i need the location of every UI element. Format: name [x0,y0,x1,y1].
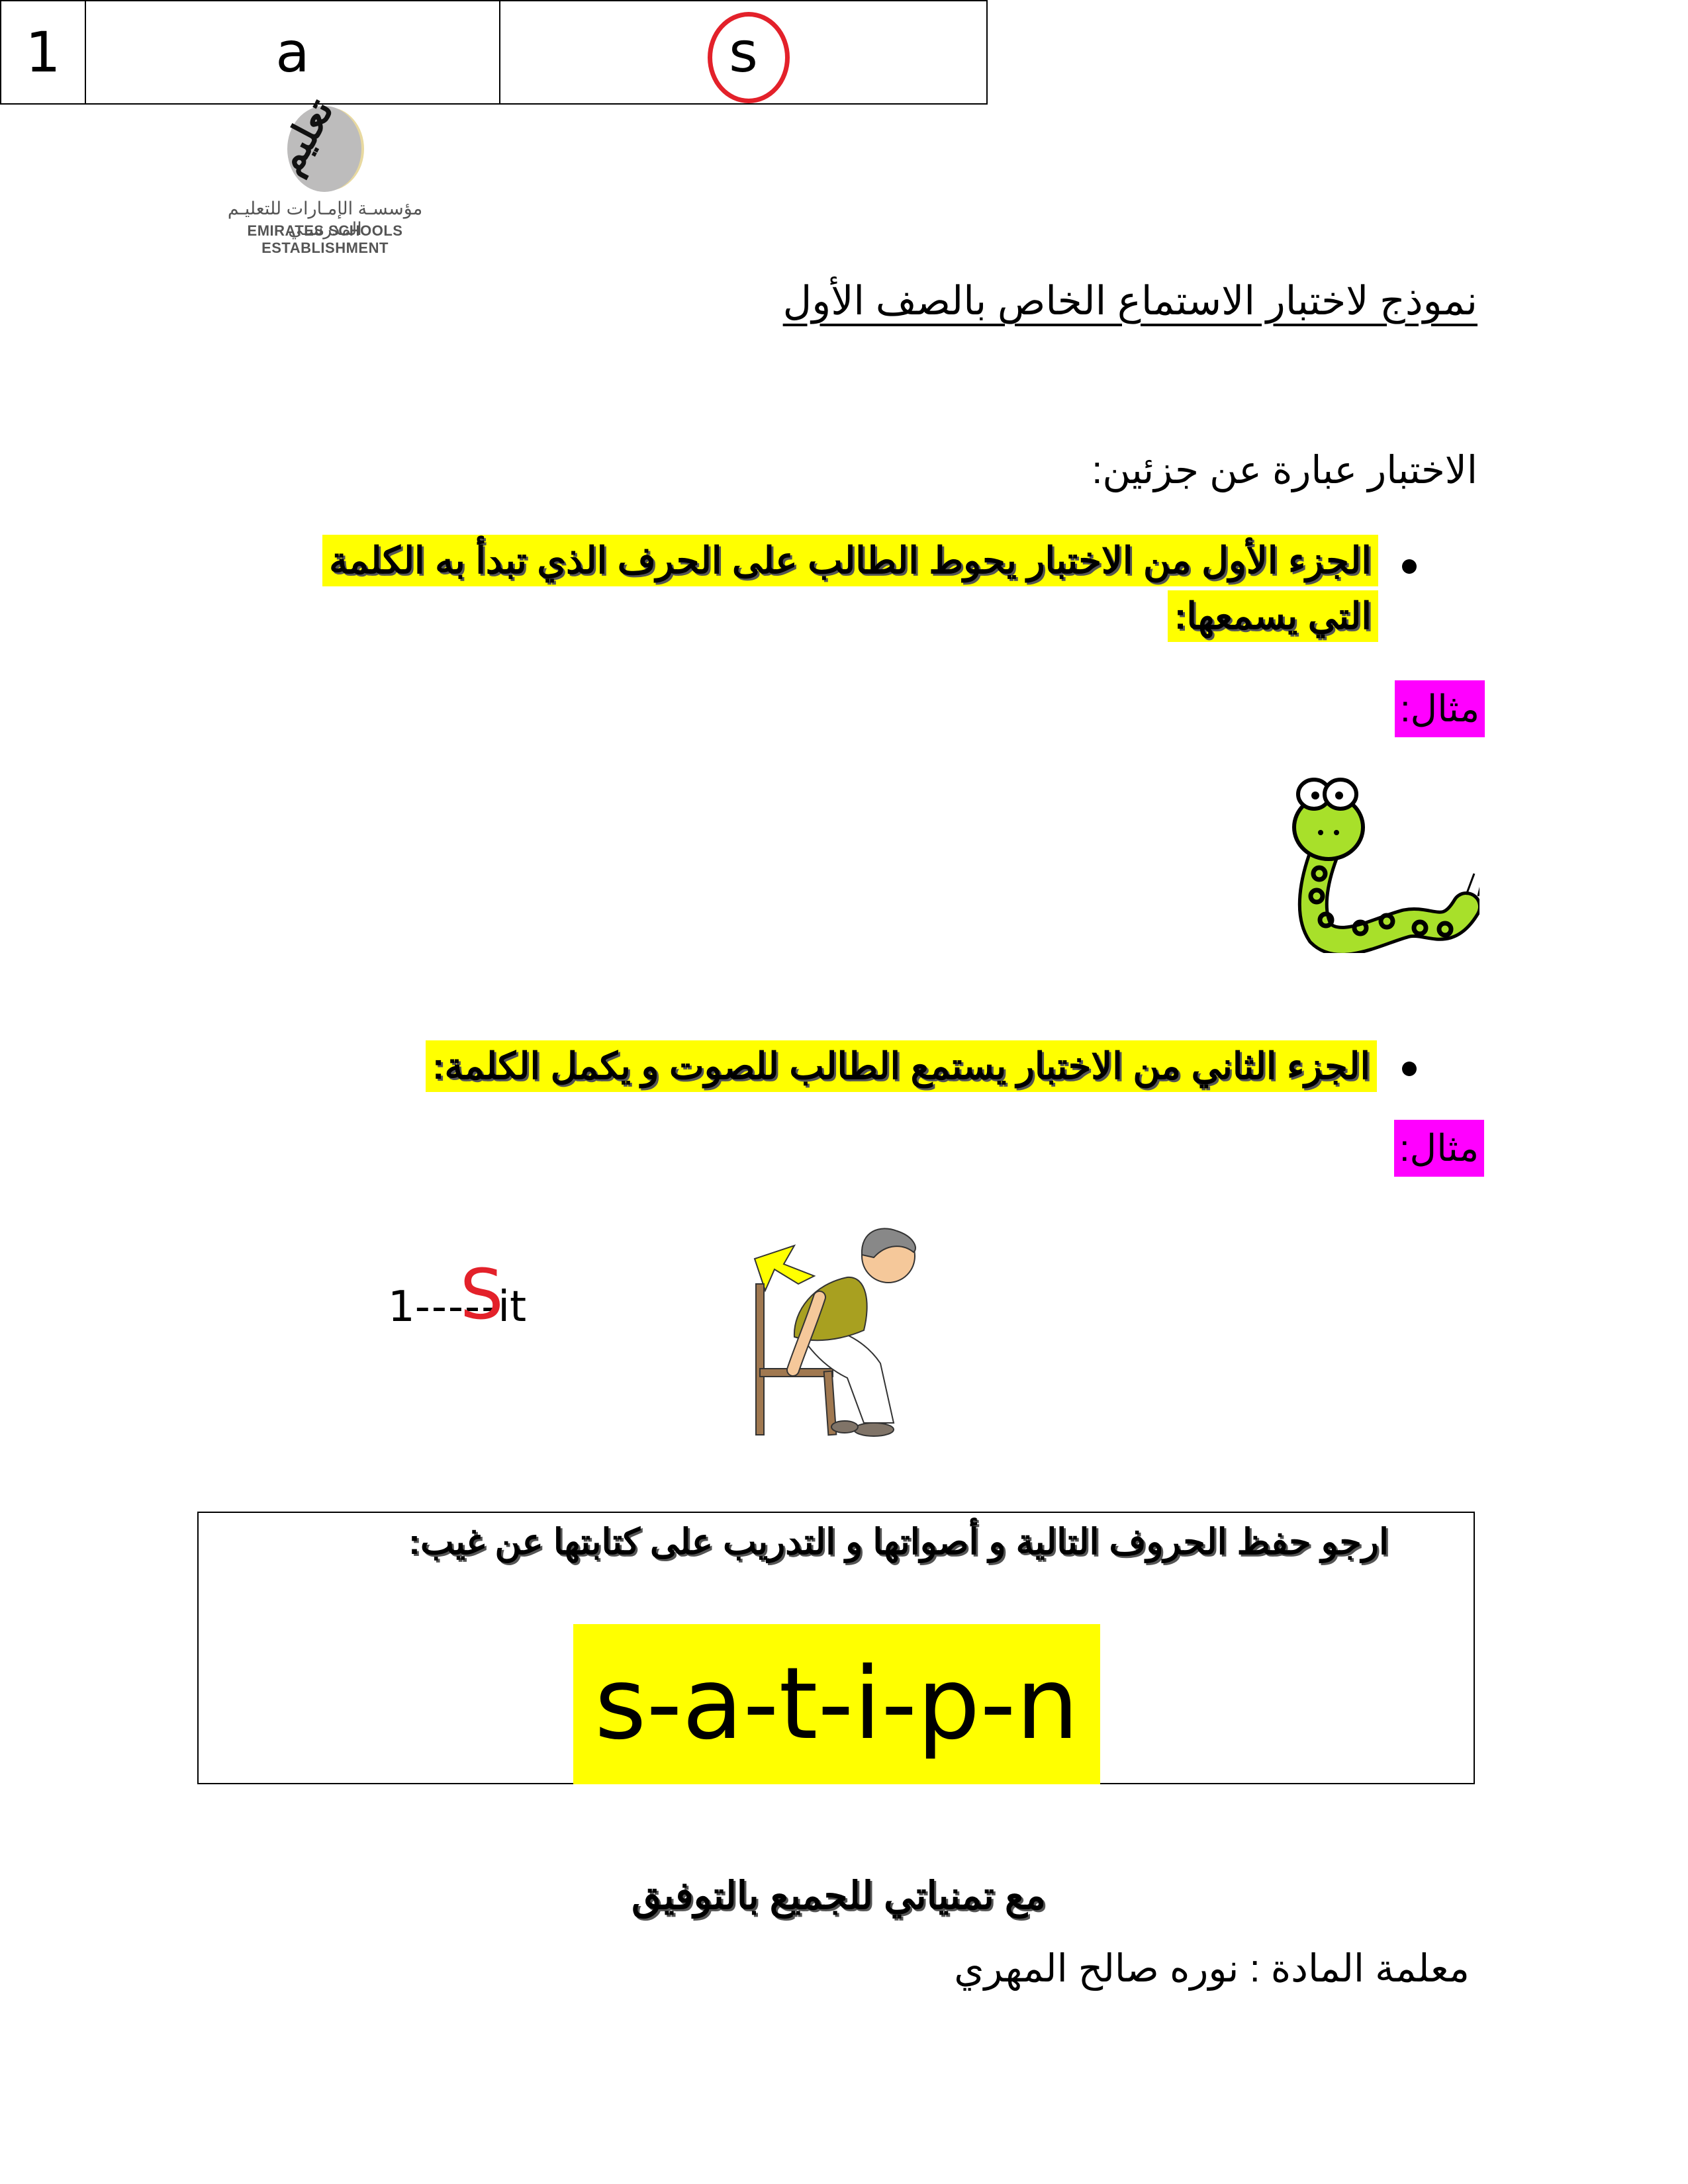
blank-dashes[interactable]: ----- S [415,1260,504,1332]
part2-line1: الجزء الثاني من الاختبار يستمع الطالب لل… [425,1040,1377,1092]
part1-line2: التي يسمعها: [1167,590,1378,642]
bullet-icon [1402,1062,1417,1076]
question-number: 1 [0,0,86,105]
teacher-name: معلمة المادة : نوره صالح المهري [954,1947,1470,1990]
part2-description: الجزء الثاني من الاختبار يستمع الطالب لل… [425,1040,1377,1092]
page-title: نموذج لاختبار الاستماع الخاص بالصف الأول [782,279,1477,323]
example-label: مثال: [1395,680,1485,737]
bullet-icon [1402,559,1417,574]
question-number: 1 [388,1283,415,1332]
option-cell[interactable]: a [85,0,500,105]
option-cell[interactable]: s [499,0,988,105]
memorize-letters-box: ارجو حفظ الحروف التالية و أصواتها و التد… [197,1512,1475,1784]
logo-english-name: EMIRATES SCHOOLS ESTABLISHMENT [247,222,403,256]
intro-text: الاختبار عبارة عن جزئين: [1092,449,1477,492]
snake-icon [1292,778,1479,953]
sitting-boy-icon [753,1228,916,1437]
example-label: مثال: [1394,1120,1485,1177]
handwritten-answer: S [459,1254,505,1335]
circled-option: s [708,12,790,103]
red-circle-annotation [708,12,790,103]
closing-wishes: مع تمنياتي للجميع بالتوفيق [632,1874,1046,1917]
part1-line1: الجزء الأول من الاختبار يحوط الطالب على … [322,535,1378,586]
part1-description: الجزء الأول من الاختبار يحوط الطالب على … [273,535,1378,642]
fill-in-word-example: 1----- Sit [388,1260,526,1332]
memorize-instruction: ارجو حفظ الحروف التالية و أصواتها و التد… [408,1522,1389,1562]
option-a: a [275,20,310,85]
example-answer-table: 1 a s [0,0,988,105]
logo-calligraphy: تعليم [265,91,343,182]
table-row: 1 a s [0,0,988,105]
emirates-schools-logo: تعليم مؤسسـة الإمـارات للتعليـم المدرسـي… [196,91,454,256]
letters-to-memorize: s-a-t-i-p-n [573,1624,1100,1784]
